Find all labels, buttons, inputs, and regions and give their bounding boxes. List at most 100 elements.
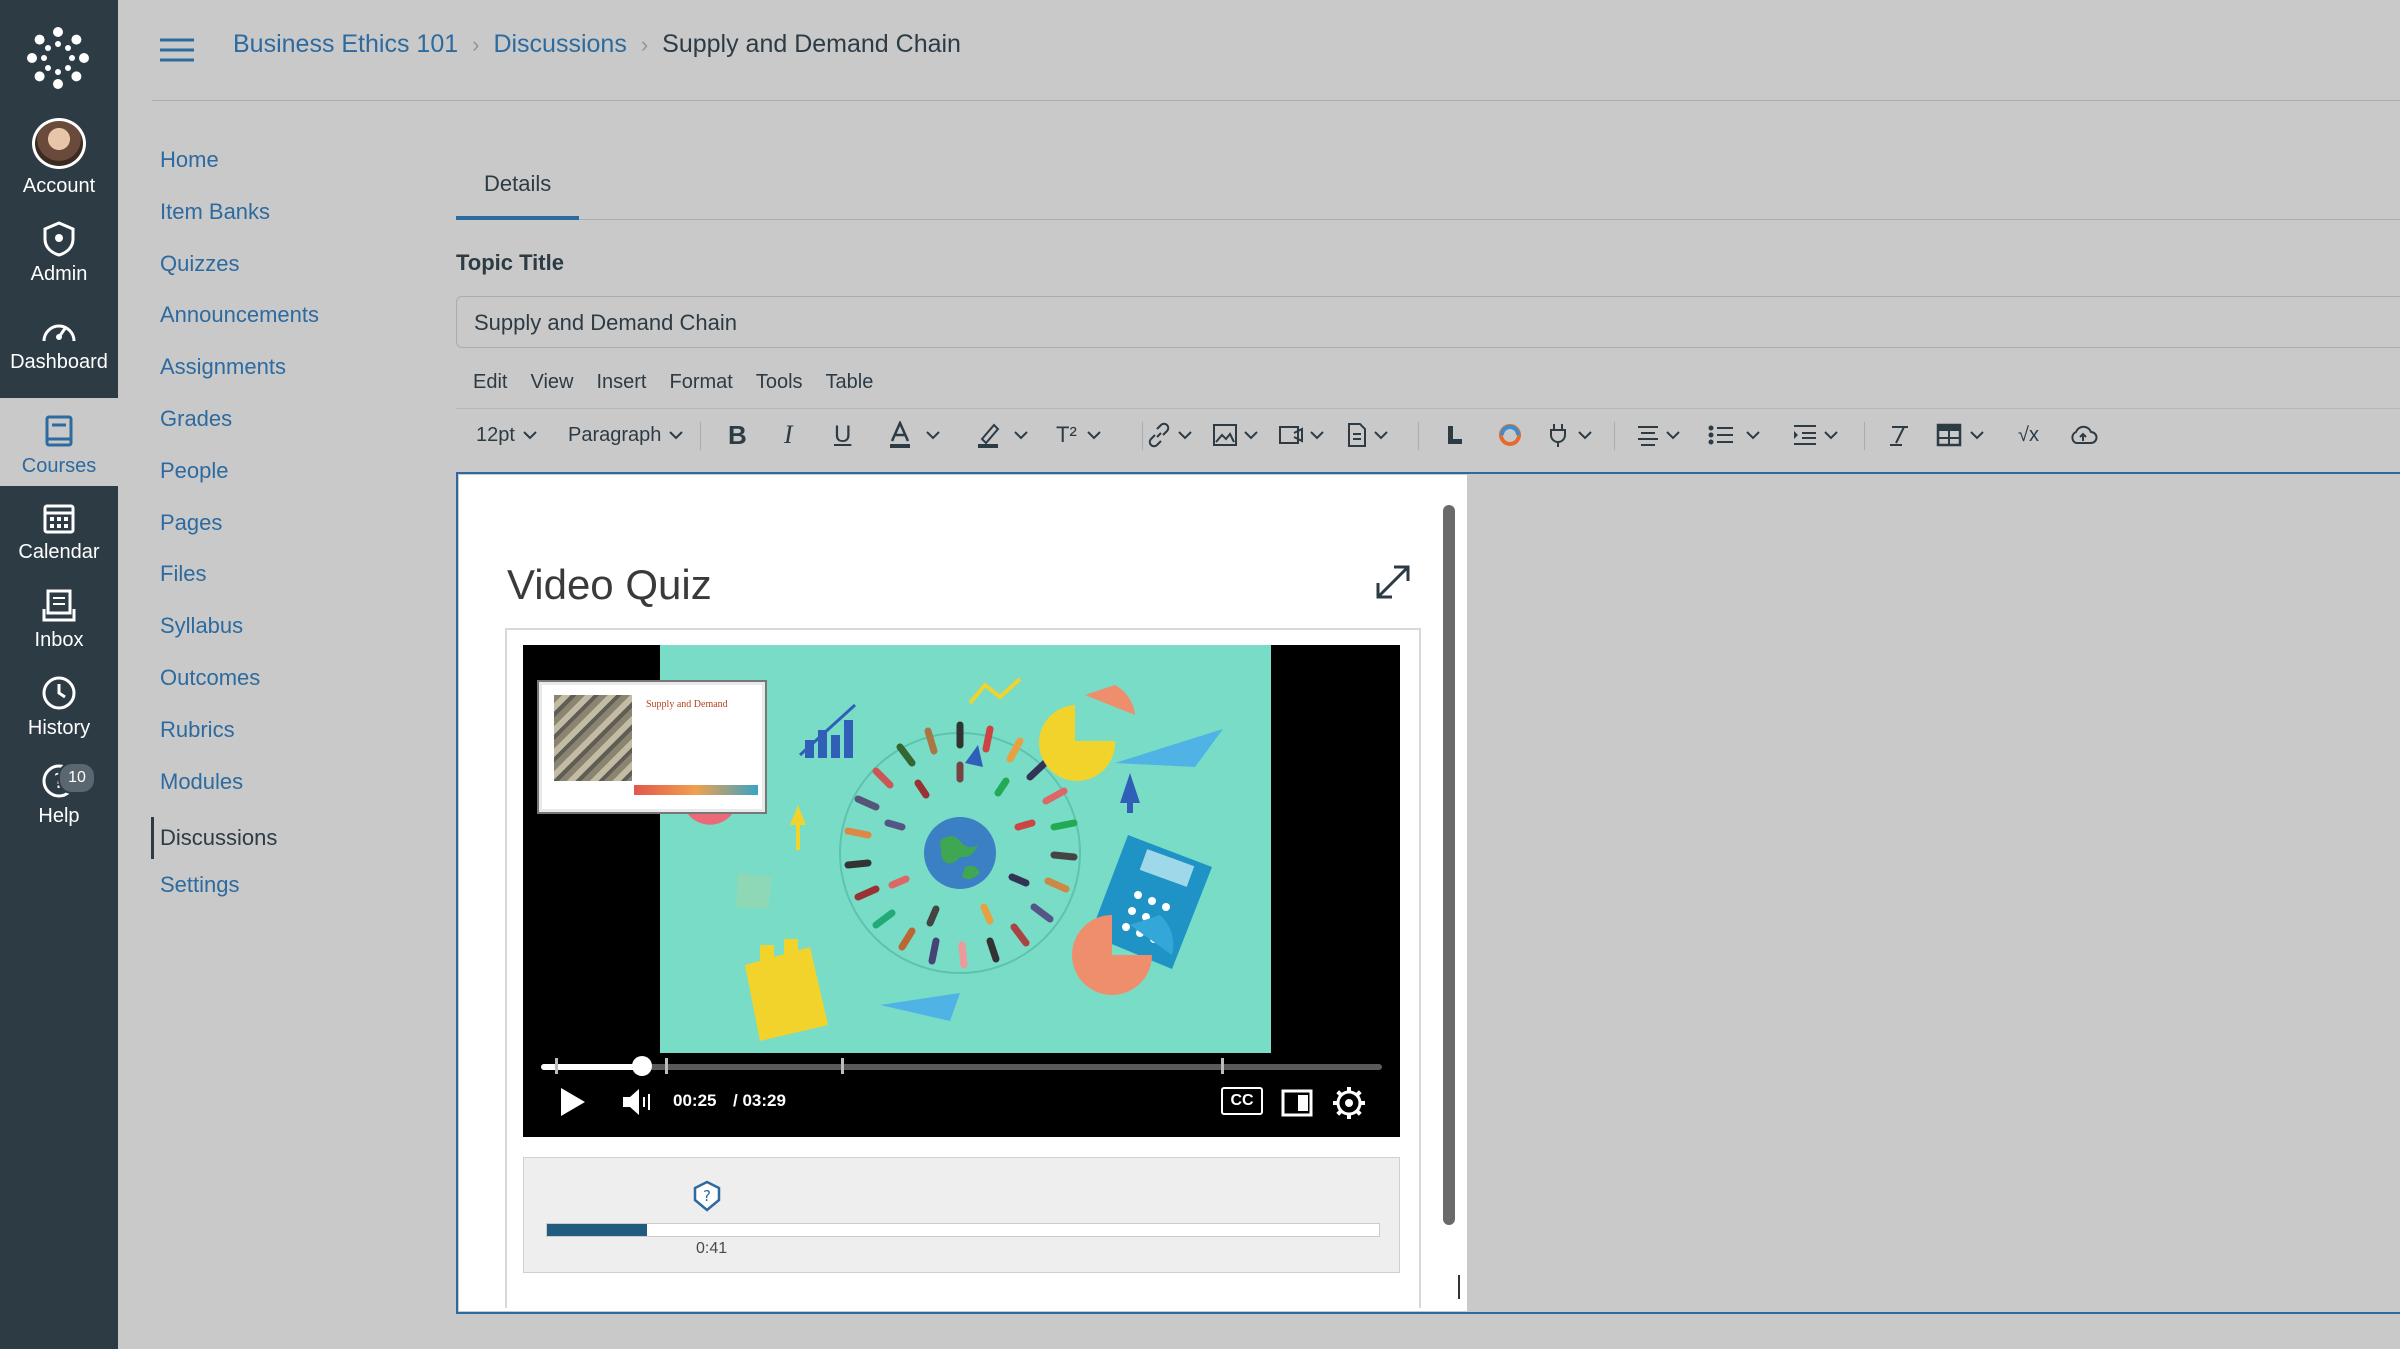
course-nav-files[interactable]: Files (160, 558, 319, 610)
superscript-button[interactable]: T² (1056, 414, 1101, 456)
clear-formatting-icon[interactable] (1886, 414, 1912, 456)
global-nav-courses[interactable]: Courses (0, 398, 118, 486)
course-nav-rubrics[interactable]: Rubrics (160, 714, 319, 766)
course-nav-grades[interactable]: Grades (160, 403, 319, 455)
global-nav-calendar[interactable]: Calendar (0, 484, 118, 572)
slide-accent-bar (634, 785, 758, 795)
table-button[interactable] (1936, 414, 1984, 456)
chevron-down-icon (1578, 431, 1592, 440)
text-color-button[interactable] (888, 414, 940, 456)
media-button[interactable] (1278, 414, 1324, 456)
bullet-list-button[interactable] (1708, 414, 1760, 456)
topic-title-input[interactable]: Supply and Demand Chain (456, 296, 2400, 348)
link-button[interactable] (1146, 414, 1192, 456)
font-size-dropdown[interactable]: 12pt (476, 414, 537, 456)
closed-captions-button[interactable]: CC (1221, 1087, 1263, 1115)
bold-icon[interactable]: B (728, 414, 747, 456)
global-nav-help[interactable]: ? Help 10 (0, 748, 118, 836)
course-nav-settings[interactable]: Settings (160, 869, 319, 921)
underline-icon[interactable]: U (834, 414, 851, 456)
block-format-dropdown[interactable]: Paragraph (568, 414, 684, 456)
editor-content[interactable]: Video Quiz Supply and Demand 00:25 / 03:… (459, 475, 1467, 1311)
cue-point-marker[interactable] (555, 1058, 558, 1074)
course-nav-home[interactable]: Home (160, 144, 319, 196)
toolbar-separator (1418, 422, 1419, 450)
hamburger-menu-icon[interactable] (160, 38, 194, 62)
cloud-upload-icon[interactable] (2068, 414, 2098, 456)
chevron-down-icon (1824, 431, 1838, 440)
plugin-button[interactable] (1546, 414, 1592, 456)
menu-edit[interactable]: Edit (473, 364, 507, 400)
global-nav-account[interactable]: Account (0, 118, 118, 206)
course-nav-people[interactable]: People (160, 455, 319, 507)
volume-icon[interactable] (621, 1085, 655, 1119)
table-icon (1936, 423, 1962, 447)
menu-format[interactable]: Format (670, 364, 733, 400)
calendar-icon (43, 504, 75, 534)
editor-scrollbar[interactable] (1443, 505, 1455, 1225)
chevron-down-icon (1087, 431, 1101, 440)
video-seek-bar[interactable] (541, 1056, 1382, 1076)
cue-point-marker[interactable] (841, 1058, 844, 1074)
image-button[interactable] (1212, 414, 1258, 456)
quiz-progress-track[interactable] (546, 1223, 1380, 1237)
global-nav-history[interactable]: History (0, 660, 118, 748)
menu-view[interactable]: View (530, 364, 573, 400)
global-nav-label: Courses (21, 455, 97, 477)
canvas-logo-icon[interactable] (26, 26, 90, 90)
course-nav-syllabus[interactable]: Syllabus (160, 610, 319, 662)
cue-point-marker[interactable] (665, 1058, 668, 1074)
toolbar-separator (1142, 422, 1143, 450)
slide-thumbnail[interactable]: Supply and Demand (539, 682, 765, 812)
course-nav-announcements[interactable]: Announcements (160, 299, 319, 351)
rich-content-editor[interactable]: Video Quiz Supply and Demand 00:25 / 03:… (456, 472, 2400, 1314)
dashboard-icon (42, 324, 76, 342)
clock-icon (42, 676, 76, 710)
menu-insert[interactable]: Insert (596, 364, 646, 400)
breadcrumb-course-link[interactable]: Business Ethics 101 (233, 30, 458, 59)
apps-launcher-icon[interactable] (1444, 414, 1464, 456)
menu-tools[interactable]: Tools (756, 364, 803, 400)
expand-icon[interactable] (1370, 559, 1416, 605)
link-icon (1148, 422, 1170, 448)
block-format-value: Paragraph (568, 423, 662, 446)
course-nav-item-banks[interactable]: Item Banks (160, 196, 319, 248)
global-nav-dashboard[interactable]: Dashboard (0, 294, 118, 382)
chevron-down-icon (1746, 431, 1760, 440)
quiz-progress-fill (547, 1224, 647, 1236)
document-icon (1348, 423, 1366, 447)
cue-point-marker[interactable] (1221, 1058, 1224, 1074)
svg-text:?: ? (703, 1187, 711, 1205)
settings-gear-icon[interactable] (1331, 1085, 1367, 1121)
course-nav-assignments[interactable]: Assignments (160, 351, 319, 403)
global-nav-admin[interactable]: Admin (0, 206, 118, 294)
tab-details[interactable]: Details (456, 160, 580, 220)
course-nav-outcomes[interactable]: Outcomes (160, 662, 319, 714)
topic-title-label: Topic Title (456, 250, 564, 275)
breadcrumb-discussions-link[interactable]: Discussions (493, 30, 626, 59)
picture-in-picture-icon[interactable] (1281, 1089, 1313, 1117)
math-equation-icon[interactable]: √x (2018, 414, 2039, 456)
document-button[interactable] (1346, 414, 1388, 456)
italic-icon[interactable]: I (784, 414, 793, 456)
seek-handle[interactable] (631, 1056, 652, 1076)
align-button[interactable] (1636, 414, 1680, 456)
course-nav-pages[interactable]: Pages (160, 507, 319, 559)
highlight-color-button[interactable] (976, 414, 1028, 456)
breadcrumb: Business Ethics 101 › Discussions › Supp… (233, 30, 961, 59)
studio-icon[interactable] (1496, 414, 1524, 456)
global-nav-inbox[interactable]: Inbox (0, 572, 118, 660)
play-icon[interactable] (557, 1085, 587, 1119)
chevron-down-icon (1374, 431, 1388, 440)
indent-button[interactable] (1792, 414, 1838, 456)
inbox-icon (42, 589, 76, 622)
video-player[interactable]: Supply and Demand 00:25 / 03:29 CC (523, 645, 1400, 1137)
course-nav-discussions[interactable]: Discussions (151, 817, 319, 860)
course-nav-modules[interactable]: Modules (160, 766, 319, 818)
question-marker-icon[interactable]: ? (692, 1180, 722, 1212)
menu-table[interactable]: Table (826, 364, 874, 400)
shield-icon (43, 221, 75, 257)
course-nav-quizzes[interactable]: Quizzes (160, 248, 319, 300)
editor-menubar: Edit View Insert Format Tools Table (456, 364, 873, 400)
global-nav-label: History (27, 717, 91, 739)
